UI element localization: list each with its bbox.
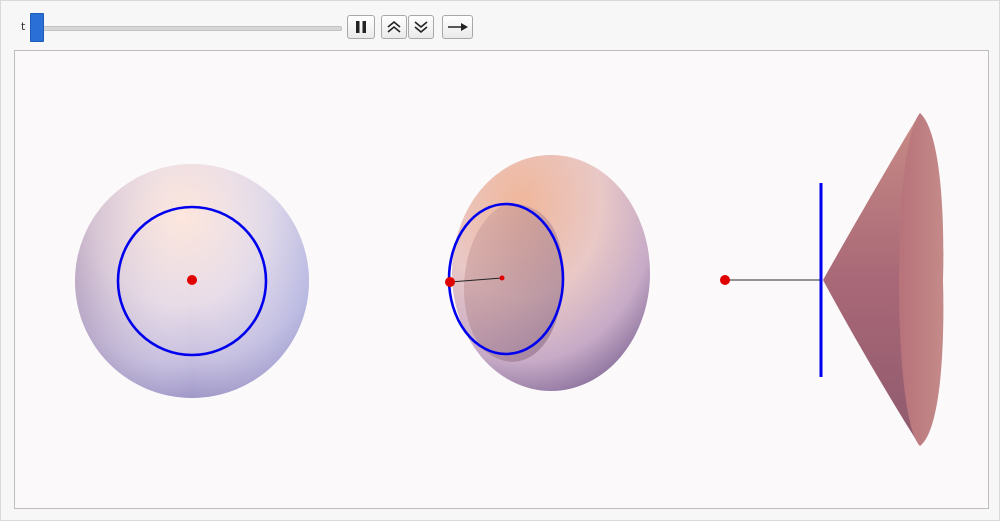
manipulate-panel: t xyxy=(0,0,1000,521)
sphere-side-view xyxy=(720,113,944,446)
sphere-front-view xyxy=(75,164,309,398)
t-slider-thumb[interactable] xyxy=(30,13,44,42)
double-chevron-up-icon xyxy=(387,20,401,33)
arrow-right-icon xyxy=(447,23,468,31)
t-slider-track[interactable] xyxy=(35,26,342,31)
sphere-oblique-view xyxy=(445,155,650,391)
pause-icon xyxy=(356,21,366,33)
three-views-canvas xyxy=(75,113,944,446)
slower-button[interactable] xyxy=(408,15,434,39)
double-chevron-down-icon xyxy=(414,21,428,34)
faster-button[interactable] xyxy=(381,15,407,39)
parameter-label: t xyxy=(21,20,26,33)
direction-button[interactable] xyxy=(442,15,473,39)
eye-point xyxy=(720,275,730,285)
eye-point xyxy=(445,277,455,287)
center-point xyxy=(187,275,197,285)
animation-controls: t xyxy=(1,9,1000,45)
graphics-3d-output[interactable] xyxy=(14,50,989,509)
center-point xyxy=(499,275,505,281)
pause-button[interactable] xyxy=(347,15,375,39)
cap-rim xyxy=(899,113,944,446)
